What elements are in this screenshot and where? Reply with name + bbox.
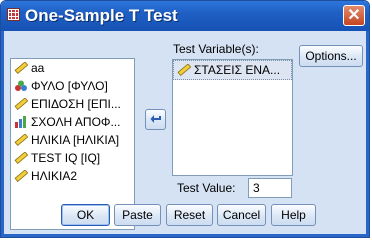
close-button[interactable]: ✕ — [343, 5, 365, 26]
variable-label: ΗΛΙΚΙΑ2 — [31, 169, 78, 183]
variable-item-test-iq[interactable]: TEST IQ [IQ] — [11, 149, 134, 167]
variable-item-aa[interactable]: aa — [11, 59, 134, 77]
variable-label: ΕΠΙΔΟΣΗ [ΕΠΙ... — [31, 97, 121, 111]
reset-button[interactable]: Reset — [166, 204, 213, 226]
ordinal-bars-icon — [15, 116, 26, 128]
variable-label: ΗΛΙΚΙΑ [ΗΛΙΚΙΑ] — [31, 133, 120, 147]
spss-app-icon — [7, 8, 20, 21]
move-variable-button[interactable] — [145, 109, 166, 130]
variable-label: ΣΤΑΣΕΙΣ ΕΝΑ... — [194, 63, 281, 77]
help-button[interactable]: Help — [271, 204, 316, 226]
scale-ruler-icon — [177, 64, 191, 76]
variable-label: ΦΥΛΟ [ΦΥΛΟ] — [31, 79, 108, 93]
scale-ruler-icon — [14, 152, 28, 164]
arrow-left-icon — [150, 115, 161, 123]
variable-item-scholi[interactable]: ΣΧΟΛΗ ΑΠΟΦ... — [11, 113, 134, 131]
options-button[interactable]: Options... — [299, 45, 363, 67]
nominal-circles-icon — [15, 80, 27, 91]
variable-item-fylo[interactable]: ΦΥΛΟ [ΦΥΛΟ] — [11, 77, 134, 95]
cancel-button[interactable]: Cancel — [217, 204, 266, 226]
test-variables-label: Test Variable(s): — [173, 42, 259, 56]
ok-button[interactable]: OK — [61, 204, 110, 226]
test-value-input[interactable] — [248, 178, 292, 198]
scale-ruler-icon — [14, 134, 28, 146]
scale-ruler-icon — [14, 170, 28, 182]
variable-item-epidosi[interactable]: ΕΠΙΔΟΣΗ [ΕΠΙ... — [11, 95, 134, 113]
scale-ruler-icon — [14, 98, 28, 110]
one-sample-t-test-dialog: One-Sample T Test ✕ aa ΦΥΛΟ [ΦΥΛΟ] ΕΠΙΔΟ… — [0, 0, 370, 238]
paste-button[interactable]: Paste — [114, 204, 161, 226]
variable-label: aa — [31, 61, 45, 75]
test-value-label: Test Value: — [177, 181, 236, 195]
test-variables-list[interactable]: ΣΤΑΣΕΙΣ ΕΝΑ... — [172, 59, 293, 176]
variable-item-ilikia2[interactable]: ΗΛΙΚΙΑ2 — [11, 167, 134, 185]
variable-label: ΣΧΟΛΗ ΑΠΟΦ... — [31, 115, 121, 129]
scale-ruler-icon — [14, 62, 28, 74]
window-title: One-Sample T Test — [25, 6, 178, 25]
title-bar[interactable]: One-Sample T Test ✕ — [1, 1, 369, 31]
test-variable-item[interactable]: ΣΤΑΣΕΙΣ ΕΝΑ... — [173, 60, 292, 80]
variable-label: TEST IQ [IQ] — [31, 151, 101, 165]
variable-item-ilikia[interactable]: ΗΛΙΚΙΑ [ΗΛΙΚΙΑ] — [11, 131, 134, 149]
dialog-body: aa ΦΥΛΟ [ΦΥΛΟ] ΕΠΙΔΟΣΗ [ΕΠΙ... ΣΧΟΛΗ ΑΠΟ… — [1, 31, 369, 237]
